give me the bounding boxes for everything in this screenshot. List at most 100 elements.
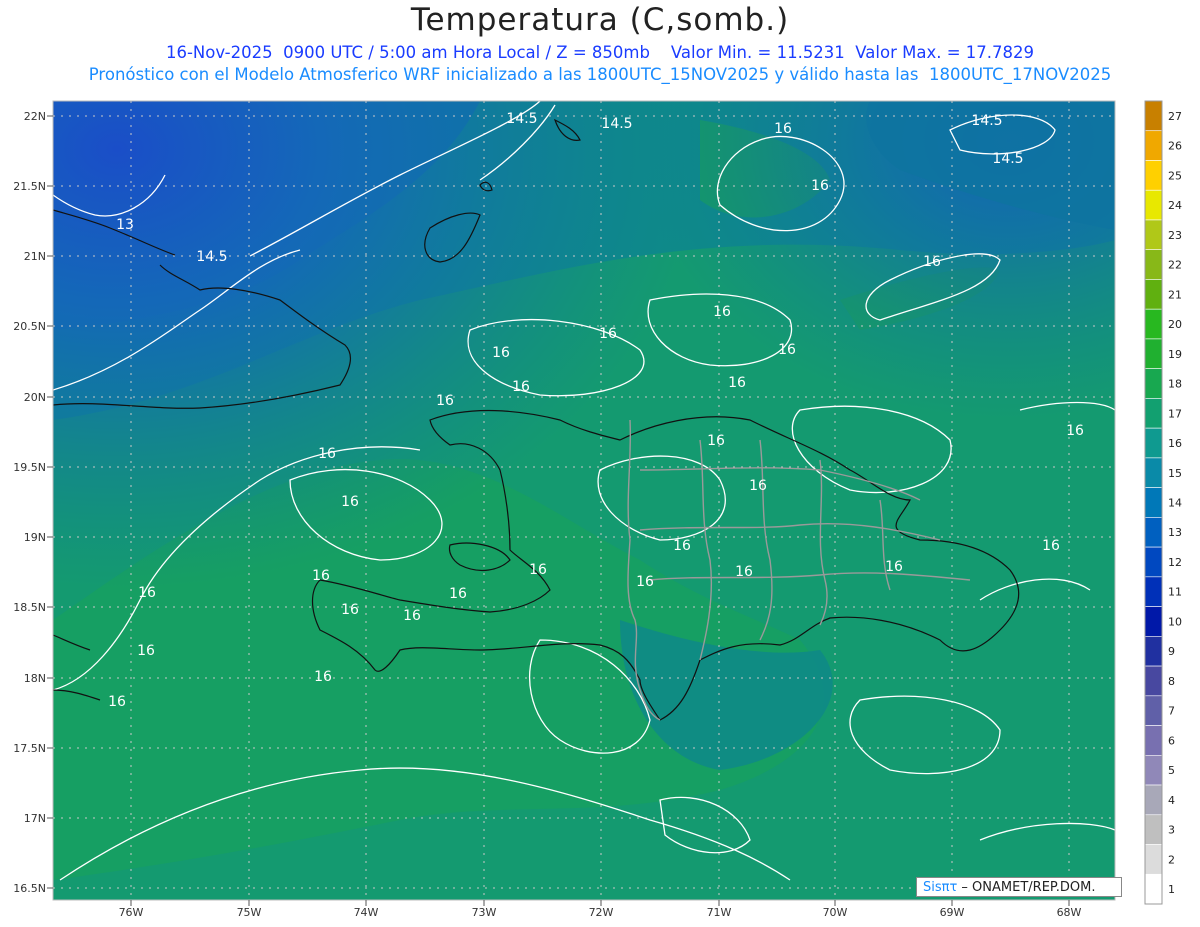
contour-label: 16 [1066,423,1084,439]
contour-label: 16 [673,538,691,554]
colorbar-label: 25 [1168,169,1182,182]
lat-tick-label: 17.5N [13,742,46,755]
colorbar-swatch [1144,338,1163,369]
colorbar-label: 7 [1168,705,1175,718]
colorbar-label: 26 [1168,140,1182,153]
contour-label: 16 [713,304,731,320]
contour-label: 16 [749,478,767,494]
colorbar-swatch [1144,368,1163,399]
contour-label: 14.5 [601,116,632,132]
contour-label: 16 [707,433,725,449]
contour-label: 16 [778,342,796,358]
credit-text: – ONAMET/REP.DOM. [957,880,1096,895]
contour-label: 16 [923,254,941,270]
lon-tick-label: 75W [237,906,262,919]
colorbar-label: 22 [1168,259,1182,272]
colorbar-swatch [1144,427,1163,459]
colorbar-label: 6 [1168,734,1175,747]
contour-label: 14.5 [506,111,537,127]
colorbar-swatch [1144,100,1163,132]
contour-label: 16 [312,568,330,584]
colorbar-label: 1 [1168,883,1175,896]
lon-tick-label: 73W [472,906,497,919]
lat-tick-label: 22N [24,110,46,123]
colorbar-label: 18 [1168,378,1182,391]
contour-label: 16 [512,379,530,395]
colorbar-swatch [1144,546,1163,578]
colorbar-swatch [1144,487,1163,518]
colorbar-swatch [1144,576,1163,607]
colorbar-label: 19 [1168,348,1182,361]
colorbar-swatch [1144,219,1163,251]
contour-label: 16 [137,643,155,659]
colorbar-label: 5 [1168,764,1175,777]
lon-tick-label: 69W [940,906,965,919]
contour-label: 16 [108,694,126,710]
contour-label: 16 [774,121,792,137]
lat-tick-label: 21N [24,250,46,263]
colorbar-label: 27 [1168,110,1182,123]
colorbar-label: 21 [1168,288,1182,301]
lat-tick-label: 21.5N [13,180,46,193]
lon-tick-label: 71W [707,906,732,919]
colorbar-label: 11 [1168,586,1182,599]
longitude-labels: 76W 75W 74W 73W 72W 71W 70W 69W 68W [119,900,1082,919]
colorbar-label: 14 [1168,497,1182,510]
contour-label: 16 [436,393,454,409]
latitude-labels: 22N 21.5N 21N 20.5N 20N 19.5N 19N 18.5N 18N 17.5N… [13,110,53,895]
colorbar-swatch [1144,398,1163,429]
colorbar-label: 24 [1168,199,1182,212]
contour-label: 16 [341,494,359,510]
contour-label: 16 [529,562,547,578]
colorbar-swatch [1144,844,1163,875]
colorbar-label: 13 [1168,526,1182,539]
colorbar-swatch [1144,754,1163,786]
contour-label: 16 [138,585,156,601]
contour-label: 14.5 [196,249,227,265]
colorbar-label: 20 [1168,318,1182,331]
lat-tick-label: 17N [24,812,46,825]
colorbar-swatch [1144,665,1163,697]
contour-label: 13 [116,217,134,233]
colorbar-swatch [1144,725,1163,756]
colorbar-label: 12 [1168,556,1182,569]
colorbar-swatch [1144,873,1163,905]
colorbar: 2726252423222120191817161514131211109876… [1144,100,1182,905]
contour-label: 16 [403,608,421,624]
colorbar-swatch [1144,189,1163,221]
lat-tick-label: 18N [24,672,46,685]
temperature-field [53,101,1115,900]
contour-label: 16 [636,574,654,590]
colorbar-label: 17 [1168,407,1182,420]
colorbar-label: 9 [1168,645,1175,658]
contour-label: 14.5 [992,151,1023,167]
colorbar-label: 23 [1168,229,1182,242]
contour-label: 16 [314,669,332,685]
contour-label: 16 [492,345,510,361]
colorbar-label: 2 [1168,853,1175,866]
lon-tick-label: 74W [354,906,379,919]
colorbar-label: 16 [1168,437,1182,450]
colorbar-swatch [1144,160,1163,191]
credit-box: Sisπτ – ONAMET/REP.DOM. [916,877,1122,897]
colorbar-swatch [1144,695,1163,726]
contour-label: 16 [735,564,753,580]
lon-tick-label: 68W [1057,906,1082,919]
contour-label: 16 [599,326,617,342]
colorbar-label: 15 [1168,467,1182,480]
colorbar-swatch [1144,636,1163,667]
lat-tick-label: 19.5N [13,461,46,474]
colorbar-swatch [1144,279,1163,310]
contour-label: 16 [1042,538,1060,554]
credit-brand: Sisπτ [923,880,958,895]
colorbar-label: 4 [1168,794,1175,807]
lat-tick-label: 16.5N [13,882,46,895]
contour-label: 16 [449,586,467,602]
colorbar-swatch [1144,130,1163,161]
lat-tick-label: 18.5N [13,601,46,614]
colorbar-swatch [1144,784,1163,816]
contour-label: 14.5 [971,113,1002,129]
lat-tick-label: 20.5N [13,320,46,333]
colorbar-label: 3 [1168,824,1175,837]
map-figure: 14.5 14.5 14.514.51314.5161616161616 1616 16… [13,100,1182,919]
